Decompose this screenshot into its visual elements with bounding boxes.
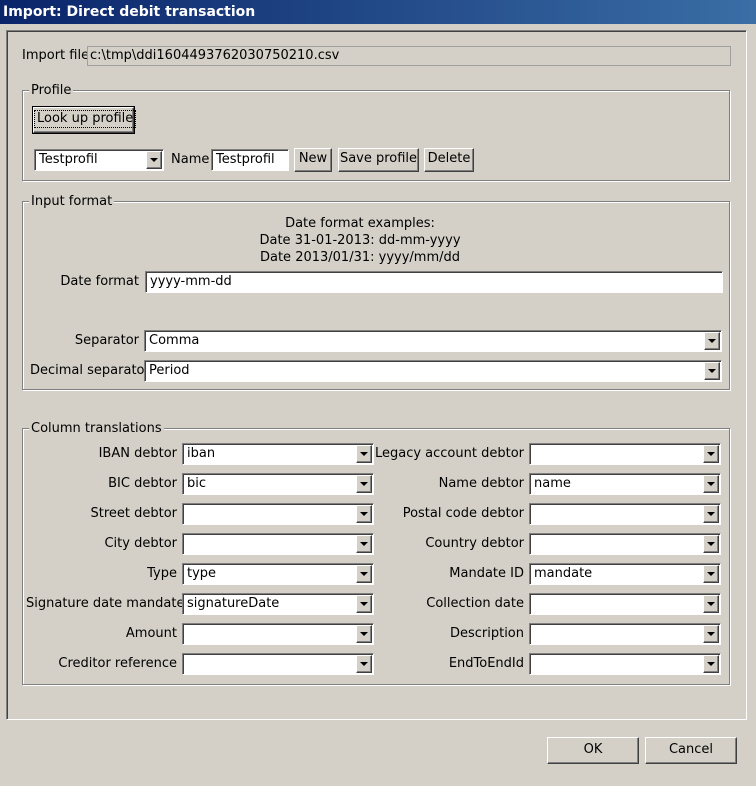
look-up-profile-label: Look up profile [34,110,137,128]
chevron-down-icon[interactable] [356,535,372,553]
signature-date-value: signatureDate [187,596,280,611]
chevron-down-icon[interactable] [356,565,372,583]
postal-code-select[interactable] [529,503,721,525]
column-translations-group [22,428,730,685]
decimal-separator-select[interactable]: Period [144,360,722,382]
bic-debtor-select[interactable]: bic [182,473,374,495]
chevron-down-icon[interactable] [703,535,719,553]
type-label: Type [147,566,177,581]
signature-date-select[interactable]: signatureDate [182,593,374,615]
name-debtor-label: Name debtor [438,476,524,491]
collection-date-select[interactable] [529,593,721,615]
import-file-field: c:\tmp\ddi1604493762030750210.csv [87,46,731,66]
creditor-reference-select[interactable] [182,653,374,675]
chevron-down-icon[interactable] [703,475,719,493]
street-debtor-select[interactable] [182,503,374,525]
mandate-id-label: Mandate ID [449,566,524,581]
chevron-down-icon[interactable] [703,595,719,613]
chevron-down-icon[interactable] [703,445,719,463]
decimal-separator-value: Period [149,363,190,378]
chevron-down-icon[interactable] [356,445,372,463]
country-debtor-select[interactable] [529,533,721,555]
end-to-end-id-label: EndToEndId [448,656,524,671]
delete-profile-button[interactable]: Delete [424,148,474,172]
end-to-end-id-select[interactable] [529,653,721,675]
description-select[interactable] [529,623,721,645]
chevron-down-icon[interactable] [703,655,719,673]
chevron-down-icon[interactable] [356,655,372,673]
chevron-down-icon[interactable] [356,475,372,493]
chevron-down-icon[interactable] [703,505,719,523]
mandate-id-value: mandate [534,566,593,581]
column-translations-legend: Column translations [29,421,164,437]
separator-label: Separator [74,333,139,348]
import-file-label: Import file [22,48,90,63]
decimal-separator-label: Decimal separator [30,363,150,378]
chevron-down-icon[interactable] [703,625,719,643]
ok-button[interactable]: OK [547,737,639,764]
chevron-down-icon[interactable] [704,332,720,350]
save-profile-button[interactable]: Save profile [338,148,419,172]
iban-debtor-select[interactable]: iban [182,443,374,465]
legacy-account-label: Legacy account debtor [374,446,524,461]
postal-code-label: Postal code debtor [402,506,524,521]
bic-debtor-label: BIC debtor [108,476,177,491]
street-debtor-label: Street debtor [90,506,177,521]
country-debtor-label: Country debtor [425,536,524,551]
amount-select[interactable] [182,623,374,645]
date-example-2: Date 2013/01/31: yyyy/mm/dd [259,250,460,265]
signature-date-label: Signature date mandate [26,596,185,611]
bic-debtor-value: bic [187,476,207,491]
chevron-down-icon[interactable] [356,505,372,523]
collection-date-label: Collection date [426,596,524,611]
type-value: type [187,566,217,581]
separator-value: Comma [149,333,200,348]
profile-legend: Profile [29,83,74,99]
date-examples-title: Date format examples: [285,216,435,231]
profile-name-label: Name [171,152,210,167]
separator-select[interactable]: Comma [144,330,722,352]
legacy-account-select[interactable] [529,443,721,465]
chevron-down-icon[interactable] [146,151,162,169]
date-format-input[interactable]: yyyy-mm-dd [145,271,723,293]
creditor-reference-label: Creditor reference [58,656,177,671]
date-format-label: Date format [60,274,139,289]
name-debtor-value: name [534,476,571,491]
description-label: Description [449,626,524,641]
city-debtor-select[interactable] [182,533,374,555]
mandate-id-select[interactable]: mandate [529,563,721,585]
chevron-down-icon[interactable] [356,595,372,613]
profile-select-value: Testprofil [39,152,98,167]
look-up-profile-button[interactable]: Look up profile [32,106,137,134]
chevron-down-icon[interactable] [356,625,372,643]
new-profile-button[interactable]: New [294,148,332,172]
profile-select[interactable]: Testprofil [34,149,164,171]
profile-name-input[interactable]: Testprofil [211,149,289,171]
iban-debtor-value: iban [187,446,216,461]
cancel-button[interactable]: Cancel [645,737,737,764]
input-format-legend: Input format [29,194,115,210]
city-debtor-label: City debtor [104,536,177,551]
window-title: Import: Direct debit transaction [0,0,756,24]
chevron-down-icon[interactable] [704,362,720,380]
name-debtor-select[interactable]: name [529,473,721,495]
amount-label: Amount [125,626,177,641]
iban-debtor-label: IBAN debtor [98,446,177,461]
type-select[interactable]: type [182,563,374,585]
date-example-1: Date 31-01-2013: dd-mm-yyyy [259,233,461,248]
chevron-down-icon[interactable] [703,565,719,583]
